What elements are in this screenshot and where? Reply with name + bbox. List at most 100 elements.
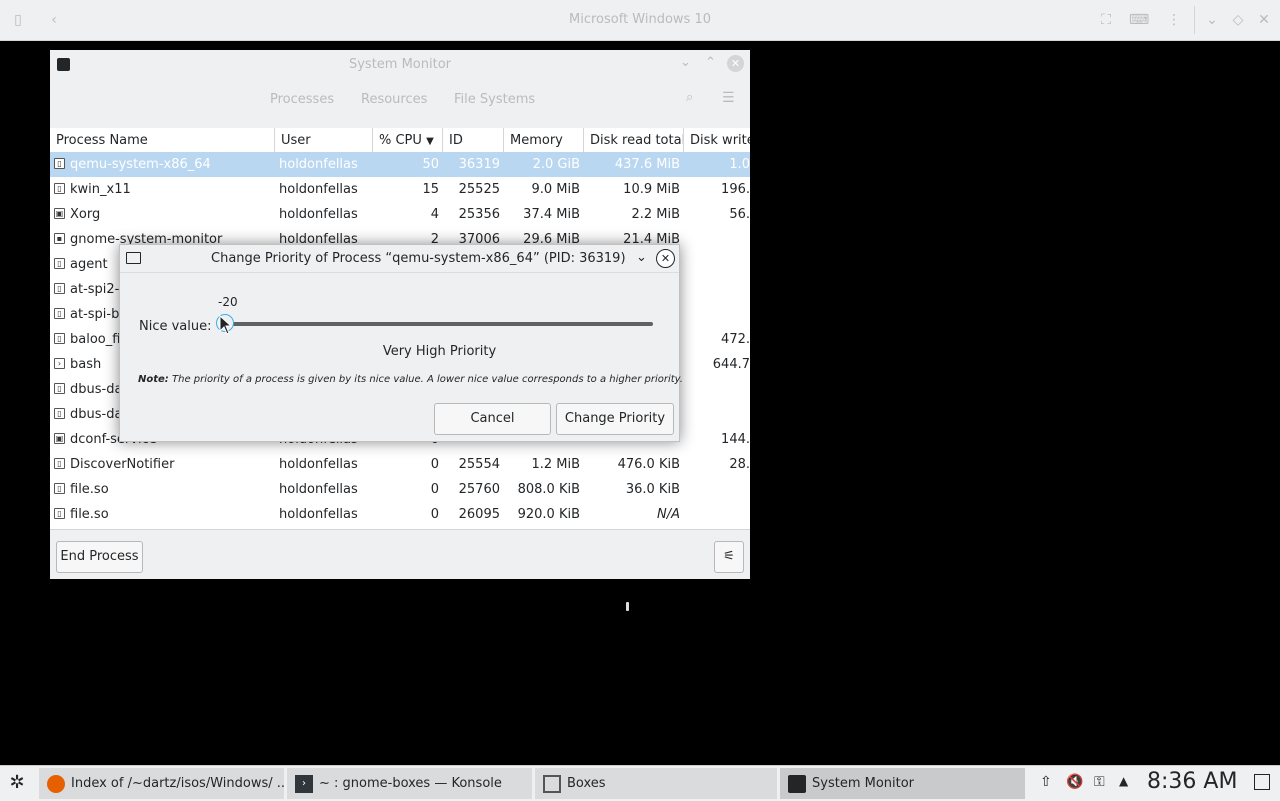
process-user-cell: holdonfellas <box>279 457 358 472</box>
table-row[interactable]: ▯ kwin_x11 holdonfellas 15 25525 9.0 MiB 10.9 … <box>50 177 750 202</box>
process-mem-cell: 920.0 KiB <box>517 507 580 522</box>
process-icon: ▯ <box>54 483 65 494</box>
dialog-titlebar: Change Priority of Process “qemu-system-… <box>120 245 679 273</box>
process-user-cell: holdonfellas <box>279 157 358 172</box>
task-firefox[interactable]: Index of /~dartz/isos/Windows/ ... <box>39 768 284 799</box>
sysmon-footer: End Process ⚟ <box>50 529 750 579</box>
process-dread-cell: 2.2 MiB <box>631 207 680 222</box>
task-system-monitor[interactable]: System Monitor <box>780 768 1025 799</box>
hamburger-menu-icon[interactable]: ☰ <box>722 90 735 106</box>
tab-file-systems[interactable]: File Systems <box>454 92 535 107</box>
firefox-icon <box>47 775 65 793</box>
tab-resources[interactable]: Resources <box>361 92 427 107</box>
process-dwrite-cell: 1.0 <box>729 157 750 172</box>
process-cpu-cell: 4 <box>430 207 439 222</box>
table-row[interactable]: ▯ file.so holdonfellas 0 25760 808.0 KiB 36.0 … <box>50 477 750 502</box>
change-priority-dialog: Change Priority of Process “qemu-system-… <box>119 244 683 442</box>
process-name-cell: file.so <box>70 482 109 497</box>
clock[interactable]: 8:36 AM <box>1147 769 1237 794</box>
restore-icon[interactable]: ◇ <box>1228 10 1248 30</box>
task-konsole[interactable]: › ~ : gnome-boxes — Konsole <box>287 768 532 799</box>
nice-value-slider[interactable] <box>216 314 653 332</box>
process-dwrite-cell: 28. <box>729 457 750 472</box>
process-cpu-cell: 0 <box>430 457 439 472</box>
task-boxes[interactable]: Boxes <box>535 768 777 799</box>
process-icon: ▯ <box>54 183 65 194</box>
process-icon: ▯ <box>54 383 65 394</box>
tray-expand-icon[interactable]: ▲ <box>1119 774 1128 788</box>
table-row[interactable]: ▣ Xorg holdonfellas 4 25356 37.4 MiB 2.2 MiB 56… <box>50 202 750 227</box>
process-name-cell: Xorg <box>70 207 101 222</box>
close-icon[interactable]: ✕ <box>1254 10 1274 30</box>
col-disk-write[interactable]: Disk write <box>684 128 750 154</box>
end-process-button[interactable]: End Process <box>56 541 143 573</box>
col-cpu[interactable]: % CPU ▼ <box>373 128 443 154</box>
updates-icon[interactable]: ⇧ <box>1040 774 1052 790</box>
volume-muted-icon[interactable]: 🔇 <box>1066 774 1083 790</box>
process-cpu-cell: 0 <box>430 482 439 497</box>
process-dread-cell: 437.6 MiB <box>614 157 680 172</box>
col-process-name[interactable]: Process Name <box>50 128 275 154</box>
dialog-minimize-icon[interactable]: ⌄ <box>636 250 647 265</box>
process-id-cell: 25760 <box>458 482 500 497</box>
sysmon-titlebar: System Monitor ⌄ ⌃ ✕ Processes Resources… <box>50 50 750 128</box>
dialog-close-icon[interactable]: ✕ <box>656 249 675 268</box>
window-close-icon[interactable]: ✕ <box>727 55 744 72</box>
process-name-cell: DiscoverNotifier <box>70 457 175 472</box>
col-memory[interactable]: Memory <box>504 128 584 154</box>
process-mem-cell: 37.4 MiB <box>523 207 580 222</box>
task-label-firefox: Index of /~dartz/isos/Windows/ ... <box>71 776 284 791</box>
text-cursor-icon <box>626 602 629 611</box>
process-icon: ▯ <box>54 308 65 319</box>
process-id-cell: 36319 <box>458 157 500 172</box>
search-icon[interactable]: ⌕ <box>686 90 693 105</box>
minimize-icon[interactable]: ⌄ <box>1202 10 1222 30</box>
process-mem-cell: 9.0 MiB <box>531 182 580 197</box>
cancel-button[interactable]: Cancel <box>434 403 551 435</box>
process-dread-cell: N/A <box>657 507 680 522</box>
nice-value-label: Nice value: <box>139 319 212 334</box>
process-icon: ▣ <box>54 208 65 219</box>
window-minimize-icon[interactable]: ⌄ <box>680 55 691 70</box>
application-launcher-icon[interactable]: ✲ <box>6 772 28 794</box>
process-icon: › <box>54 358 65 369</box>
process-dread-cell: 476.0 KiB <box>617 457 680 472</box>
process-mem-cell: 2.0 GiB <box>532 157 580 172</box>
note-text: The priority of a process is given by it… <box>168 374 683 385</box>
konsole-icon: › <box>295 775 313 793</box>
tab-processes[interactable]: Processes <box>270 92 334 107</box>
process-id-cell: 26095 <box>458 507 500 522</box>
table-row[interactable]: ▯ file.so holdonfellas 0 26095 920.0 KiB N/A <box>50 502 750 527</box>
process-dread-cell: 10.9 MiB <box>623 182 680 197</box>
dialog-title: Change Priority of Process “qemu-system-… <box>211 251 626 266</box>
settings-sliders-icon[interactable]: ⚟ <box>714 541 744 573</box>
task-label-system-monitor: System Monitor <box>812 776 915 791</box>
system-monitor-task-icon <box>788 775 806 793</box>
process-cpu-cell: 50 <box>422 157 439 172</box>
fullscreen-icon[interactable]: ⛶ <box>1096 10 1116 30</box>
col-disk-read[interactable]: Disk read total <box>584 128 684 154</box>
menu-dots-icon[interactable]: ⋮ <box>1164 10 1184 30</box>
usb-device-icon[interactable]: ⚿ <box>1094 774 1105 790</box>
process-icon: ▯ <box>54 408 65 419</box>
table-row[interactable]: ▯ qemu-system-x86_64 holdonfellas 50 36319 2.… <box>50 152 750 177</box>
process-cpu-cell: 15 <box>422 182 439 197</box>
priority-level-text: Very High Priority <box>382 344 497 359</box>
process-icon: ▯ <box>54 458 65 469</box>
process-dwrite-cell: 56. <box>729 207 750 222</box>
process-dwrite-cell: 196. <box>721 182 750 197</box>
boxes-header-bar: ▯ ‹ Microsoft Windows 10 ⛶ ⌨ ⋮ ⌄ ◇ ✕ <box>0 0 1280 41</box>
process-id-cell: 25525 <box>458 182 500 197</box>
keyboard-icon[interactable]: ⌨ <box>1129 10 1149 30</box>
change-priority-button[interactable]: Change Priority <box>556 403 674 435</box>
task-label-konsole: ~ : gnome-boxes — Konsole <box>319 776 502 791</box>
col-id[interactable]: ID <box>443 128 504 154</box>
window-maximize-icon[interactable]: ⌃ <box>705 55 716 70</box>
table-row[interactable]: ▯ DiscoverNotifier holdonfellas 0 25554 1.2 M… <box>50 452 750 477</box>
process-user-cell: holdonfellas <box>279 207 358 222</box>
taskbar: ✲ Index of /~dartz/isos/Windows/ ... › ~… <box>0 765 1280 801</box>
show-desktop-icon[interactable] <box>1254 774 1270 790</box>
header-divider <box>1194 6 1195 34</box>
process-name-cell: file.so <box>70 507 109 522</box>
col-user[interactable]: User <box>275 128 373 154</box>
